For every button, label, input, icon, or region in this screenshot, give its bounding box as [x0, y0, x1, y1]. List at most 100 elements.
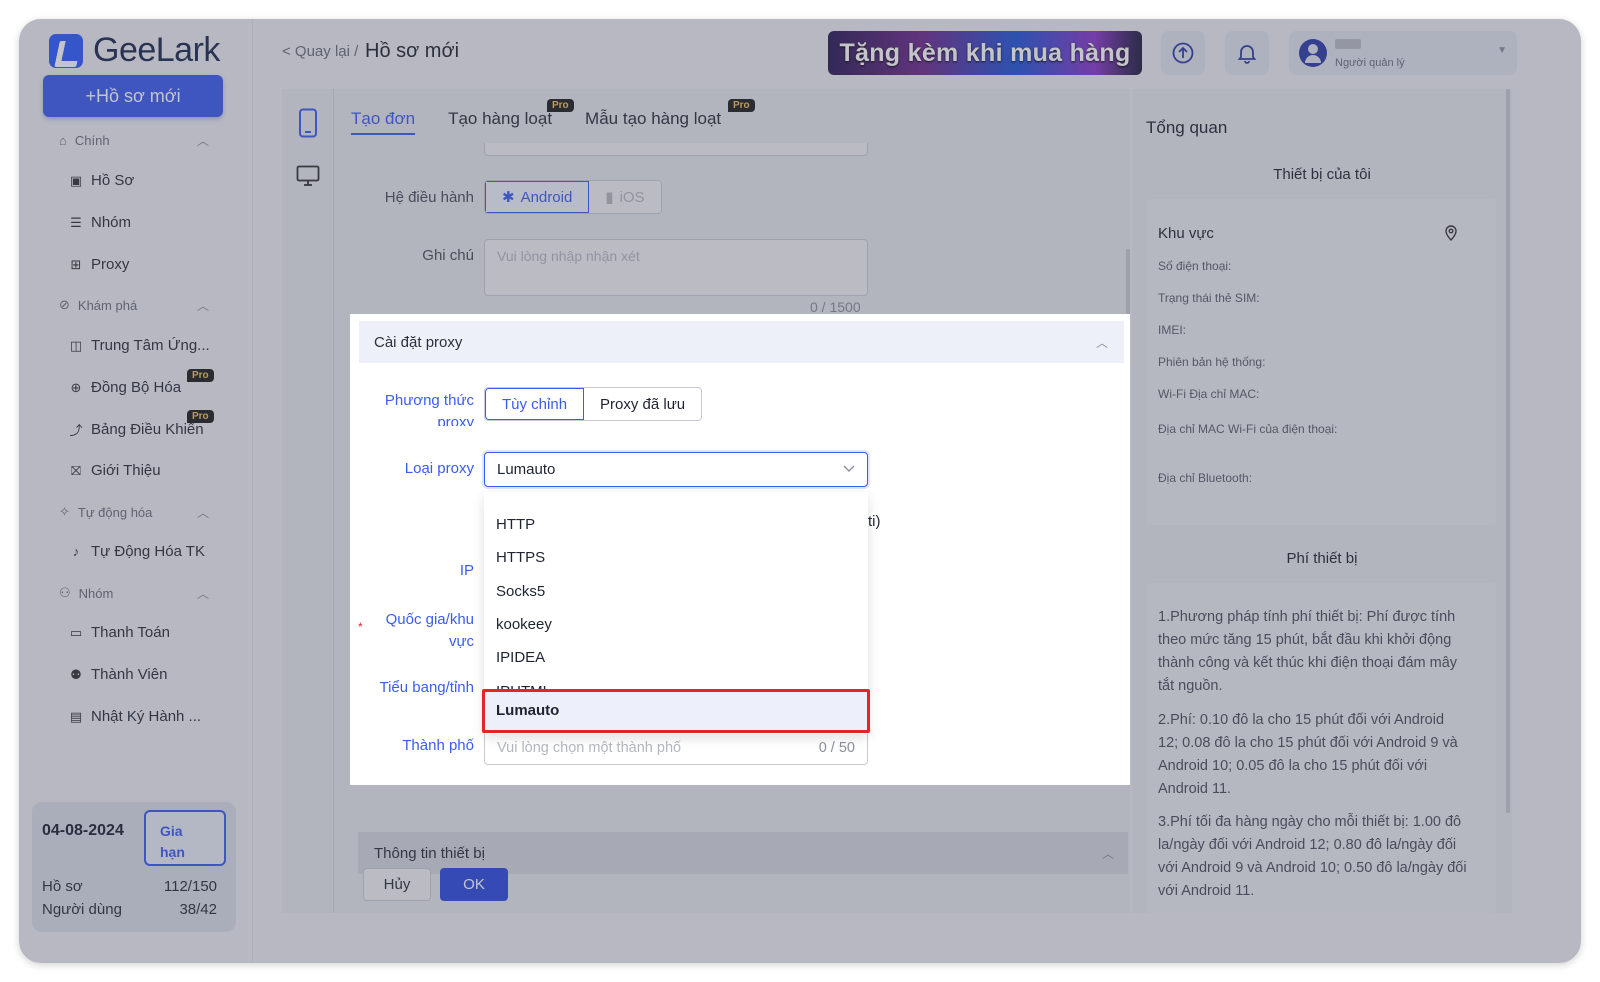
sidebar-item-proxy[interactable]: ⊞ Proxy — [69, 256, 130, 273]
section-main[interactable]: ⌂ Chính ︿ — [59, 133, 209, 148]
option-ipidea[interactable]: IPIDEA — [496, 649, 545, 666]
users-usage: Người dùng 38/42 — [42, 901, 217, 918]
sidebar-item-referral[interactable]: ⛝ Giới Thiệu — [69, 462, 161, 479]
note-textarea[interactable]: Vui lòng nhập nhận xét — [484, 239, 868, 296]
chevron-up-icon: ︿ — [196, 134, 209, 148]
bluetooth-field: Địa chỉ Bluetooth: — [1158, 471, 1253, 485]
tab-single[interactable]: Tạo đơn — [351, 109, 416, 135]
chevron-down-icon — [843, 465, 855, 472]
sidebar-item-billing[interactable]: ▭ Thanh Toán — [69, 624, 170, 641]
sidebar-item-sync[interactable]: ⊕ Đồng Bộ Hóa — [69, 379, 182, 396]
sidebar-item-members[interactable]: ⚉ Thành Viên — [69, 666, 167, 683]
state-label: Tiểu bang/tỉnh — [379, 679, 474, 696]
section-title: Thông tin thiết bị — [374, 844, 485, 862]
proxy-method-saved[interactable]: Proxy đã lưu — [584, 388, 701, 420]
android-icon: ✱ — [502, 189, 515, 206]
section-explore[interactable]: ⊘ Khám phá ︿ — [59, 297, 209, 313]
bell-icon — [1237, 45, 1257, 64]
chevron-up-icon: ︿ — [196, 505, 209, 520]
tab-bulk-template[interactable]: Mẫu tạo hàng loạt — [585, 109, 721, 135]
proxy-method-selector: Tùy chỉnh Proxy đã lưu — [484, 387, 703, 421]
system-version-field: Phiên bản hệ thống: — [1158, 355, 1266, 369]
pro-badge: Pro — [187, 369, 214, 382]
sync-icon: ⊕ — [70, 379, 82, 395]
input-field-partial[interactable] — [484, 143, 868, 156]
proxy-section-header[interactable]: Cài đặt proxy ︿ — [359, 321, 1124, 363]
sidebar-item-dashboard[interactable]: ⤴ Bảng Điều Khiển — [69, 420, 204, 439]
os-option-android[interactable]: ✱ Android — [485, 181, 590, 213]
card-icon: ▭ — [69, 624, 83, 640]
os-label: Hệ điều hành — [384, 189, 474, 206]
chevron-up-icon: ︿ — [1101, 846, 1114, 861]
option-label: Lumauto — [496, 702, 560, 719]
device-type-rail — [282, 89, 334, 913]
option-label: Android — [520, 188, 573, 206]
os-selector: ✱ Android ▮ iOS — [484, 180, 662, 214]
proxy-settings-panel: Cài đặt proxy ︿ Phương thức proxy Tùy ch… — [350, 314, 1130, 785]
sidebar-item-label: Bảng Điều Khiển — [91, 421, 204, 438]
sidebar-item-app-center[interactable]: ◫ Trung Tâm Ứng... — [69, 337, 210, 354]
sidebar-item-tiktok-automation[interactable]: ♪ Tự Động Hóa TK — [69, 543, 205, 560]
logo[interactable]: GeeLark — [49, 31, 220, 70]
ip-label: IP — [459, 562, 474, 579]
proxy-method-custom[interactable]: Tùy chỉnh — [485, 388, 585, 420]
usage-label: Người dùng — [42, 901, 122, 918]
my-device-title: Thiết bị của tôi — [1273, 166, 1371, 183]
overview-scrollbar[interactable] — [1506, 89, 1510, 813]
gift-icon: ⛝ — [71, 462, 81, 478]
selected-value: Lumauto — [497, 461, 556, 478]
profile-icon: ▣ — [69, 172, 83, 188]
fee-rule-2: 2.Phí: 0.10 đô la cho 15 phút đối với An… — [1158, 712, 1458, 797]
location-icon — [1445, 225, 1457, 241]
section-automation[interactable]: ✧ Tự động hóa ︿ — [59, 504, 209, 520]
os-option-ios[interactable]: ▮ iOS — [589, 181, 661, 213]
cancel-button[interactable]: Hủy — [363, 868, 431, 901]
sidebar-item-label: Proxy — [91, 256, 130, 273]
usage-label: Hồ sơ — [42, 878, 83, 895]
imei-field: IMEI: — [1158, 323, 1187, 337]
notifications-button[interactable] — [1225, 31, 1269, 75]
ok-button[interactable]: OK — [440, 868, 508, 901]
note-label: Ghi chú — [422, 247, 474, 264]
proxy-type-dropdown: HTTP HTTPS Socks5 kookeey IPIDEA IPHTML … — [482, 492, 870, 734]
option-lumauto[interactable]: Lumauto — [482, 689, 870, 733]
fee-rule-1: 1.Phương pháp tính phí thiết bị: Phí đượ… — [1158, 609, 1458, 694]
city-input[interactable]: Vui lòng chọn một thành phố 0 / 50 — [484, 730, 868, 765]
chevron-up-icon: ︿ — [196, 298, 209, 313]
back-link[interactable]: < Quay lại / — [282, 43, 358, 60]
tiktok-icon: ♪ — [72, 544, 80, 559]
sidebar-item-label: Tự Động Hóa TK — [91, 543, 205, 560]
phone-icon[interactable] — [298, 108, 318, 138]
apple-icon: ▮ — [605, 189, 614, 206]
pro-badge: Pro — [187, 410, 214, 423]
sidebar-item-profiles[interactable]: ▣ Hồ Sơ — [69, 172, 134, 189]
promo-banner[interactable]: Tặng kèm khi mua hàng — [828, 31, 1142, 75]
log-icon: ▤ — [69, 708, 83, 724]
automation-icon: ✧ — [59, 504, 70, 519]
phone-wifi-mac-field: Địa chỉ MAC Wi-Fi của điện thoại: — [1158, 422, 1338, 436]
sidebar-item-label: Giới Thiệu — [91, 462, 161, 479]
option-socks5[interactable]: Socks5 — [496, 583, 545, 600]
device-fee-title: Phí thiết bị — [1286, 550, 1358, 567]
section-label: Khám phá — [77, 297, 138, 313]
section-label: Nhóm — [78, 585, 114, 601]
user-menu[interactable]: Người quản lý ▼ — [1289, 31, 1517, 75]
renew-button[interactable]: Gia hạn — [144, 810, 226, 866]
partial-hidden-text: ti) — [868, 513, 881, 530]
new-profile-button[interactable]: +Hồ sơ mới — [43, 75, 223, 117]
region-label: Khu vực — [1158, 225, 1214, 242]
sidebar-item-groups[interactable]: ☰ Nhóm — [69, 214, 131, 231]
home-icon: ⌂ — [59, 133, 67, 148]
option-kookeey[interactable]: kookeey — [496, 616, 552, 633]
option-http[interactable]: HTTP — [496, 516, 535, 533]
avatar — [1299, 39, 1327, 67]
chart-icon: ⤴ — [69, 423, 83, 438]
upload-button[interactable] — [1161, 31, 1205, 75]
section-team[interactable]: ⚇ Nhóm ︿ — [59, 585, 209, 601]
list-icon: ☰ — [70, 214, 82, 230]
tab-bulk[interactable]: Tạo hàng loạt — [448, 109, 552, 135]
option-https[interactable]: HTTPS — [496, 549, 545, 566]
sidebar-item-activity-log[interactable]: ▤ Nhật Ký Hành ... — [69, 708, 201, 725]
desktop-icon[interactable] — [296, 165, 320, 187]
proxy-type-select[interactable]: Lumauto — [484, 452, 868, 487]
